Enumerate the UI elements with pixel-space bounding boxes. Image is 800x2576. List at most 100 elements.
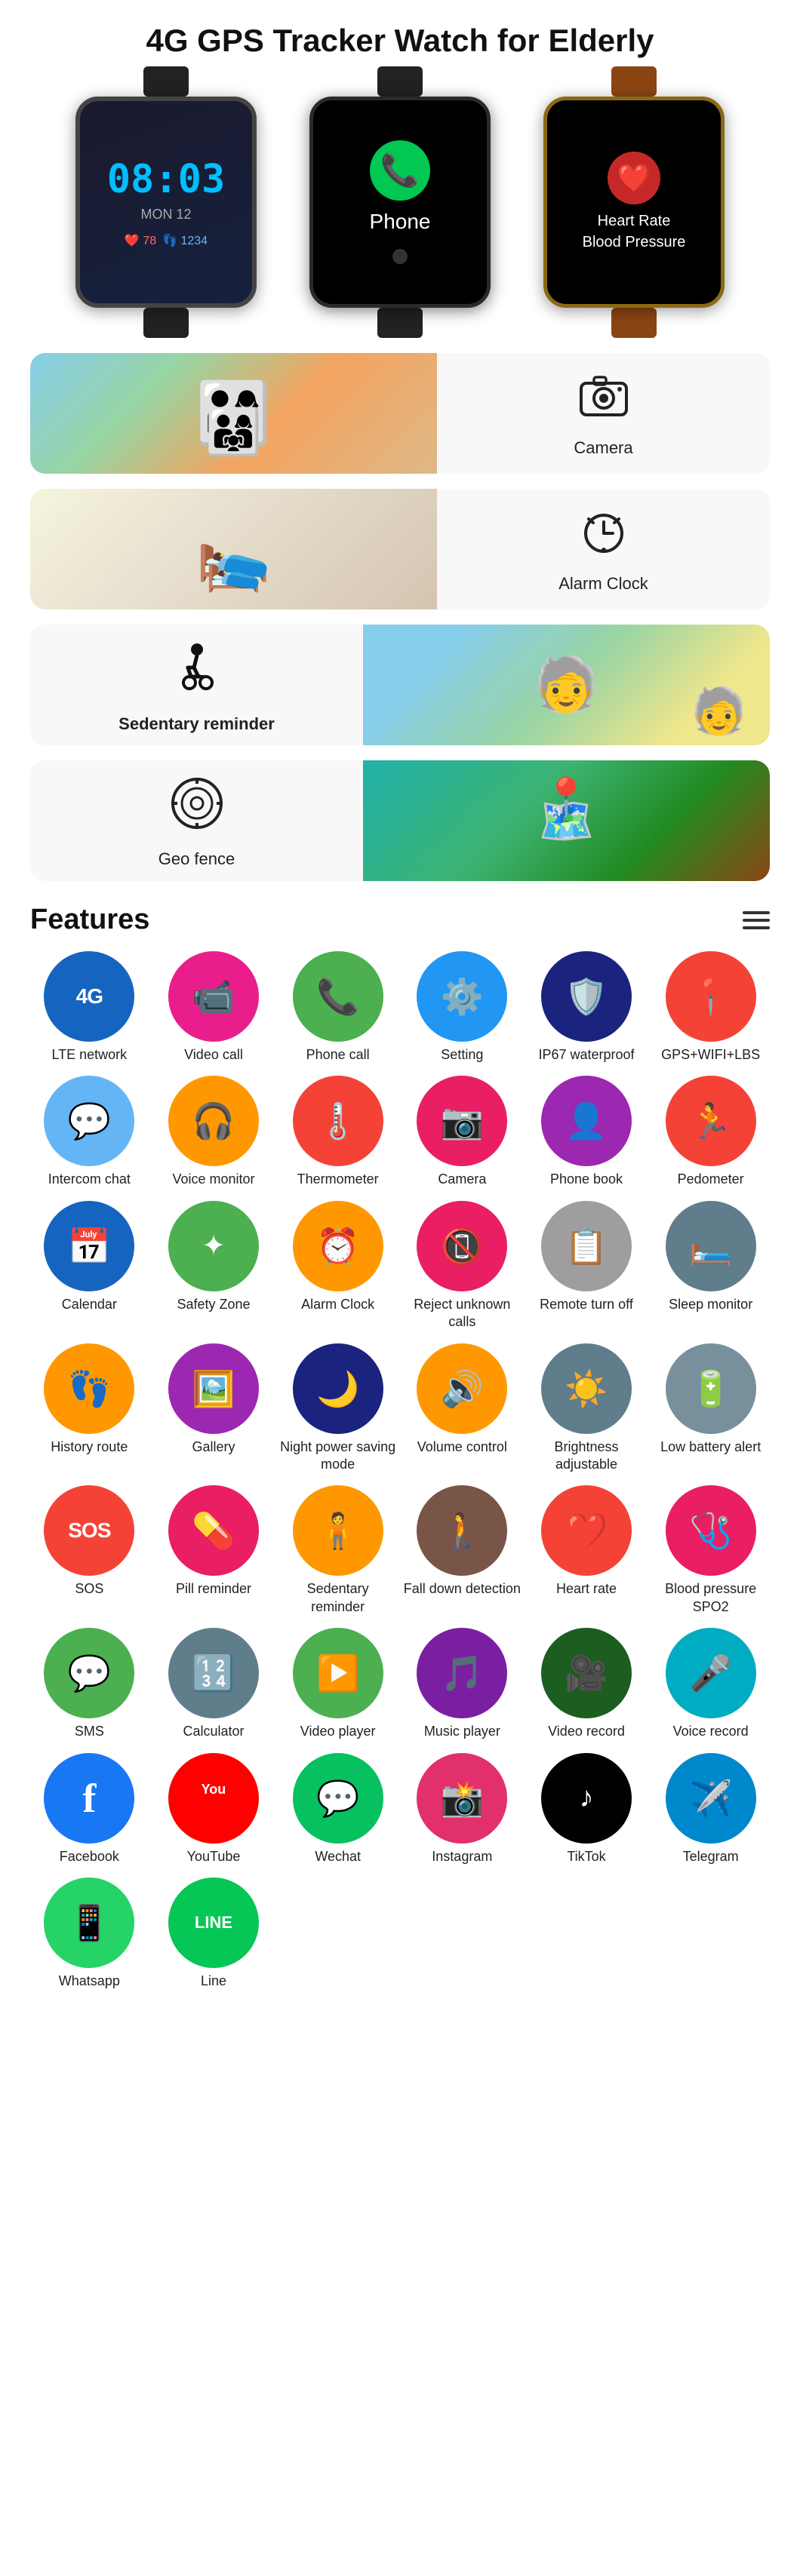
- camera-label: Camera: [574, 438, 632, 458]
- camera-card-icon: [577, 370, 630, 432]
- feature-label-safety-zone: Safety Zone: [177, 1296, 250, 1313]
- feature-icon-sos: SOS: [44, 1485, 134, 1576]
- phone-button: 📞: [370, 140, 430, 201]
- feature-item-heart-rate: ❤️Heart rate: [528, 1485, 646, 1616]
- step-metric: 👣 1234: [162, 233, 208, 248]
- feature-label-video-call: Video call: [184, 1046, 243, 1064]
- feature-item-video-record: 🎥Video record: [528, 1628, 646, 1740]
- feature-icon-phonebook: 👤: [541, 1076, 632, 1166]
- watch-item-3: ❤️ Heart RateBlood Pressure: [525, 74, 743, 330]
- feature-item-night-power: 🌙Night power saving mode: [278, 1343, 397, 1474]
- feature-icon-sleep-monitor: 🛏️: [666, 1201, 756, 1291]
- menu-icon[interactable]: [743, 911, 770, 929]
- feature-item-blood-pressure: 🩺Blood pressure SPO2: [651, 1485, 770, 1616]
- feature-item-video-call: 📹 Video call: [155, 951, 273, 1064]
- strap-top-3: [611, 66, 657, 97]
- feature-item-tiktok: ♪TikTok: [528, 1753, 646, 1865]
- strap-bottom-3: [611, 308, 657, 338]
- feature-item-voice-monitor: 🎧 Voice monitor: [155, 1076, 273, 1188]
- sedentary-photo: 🧓: [363, 625, 770, 745]
- feature-item-video-player: ▶️Video player: [278, 1628, 397, 1740]
- feature-label-voice-record: Voice record: [673, 1723, 749, 1740]
- watch-date: MON 12: [140, 207, 191, 223]
- feature-icon-night-power: 🌙: [293, 1343, 383, 1434]
- feature-item-lte: 4GLTE network: [30, 951, 149, 1064]
- feature-icon-waterproof: 🛡️: [541, 951, 632, 1042]
- feature-item-calculator: 🔢Calculator: [155, 1628, 273, 1740]
- menu-line-2: [743, 919, 770, 922]
- feature-icon-calculator: 🔢: [168, 1628, 259, 1718]
- feature-icon-sms: 💬: [44, 1628, 134, 1718]
- feature-label-sleep-monitor: Sleep monitor: [669, 1296, 752, 1313]
- feature-label-pill: Pill reminder: [176, 1580, 251, 1598]
- watch-item-2: 📞 Phone: [291, 74, 509, 330]
- sleeping-emoji: 🛌: [30, 489, 437, 609]
- feature-item-brightness: ☀️Brightness adjustable: [528, 1343, 646, 1474]
- feature-label-sedentary-feat: Sedentary reminder: [278, 1580, 397, 1616]
- feature-icon-voice-monitor: 🎧: [168, 1076, 259, 1166]
- feature-icon-low-battery: 🔋: [666, 1343, 756, 1434]
- feature-item-calendar: 📅Calendar: [30, 1201, 149, 1331]
- feature-item-wechat: 💬 Wechat: [278, 1753, 397, 1865]
- feature-label-voice-monitor: Voice monitor: [172, 1171, 254, 1188]
- feature-icon-wechat: 💬: [293, 1753, 383, 1844]
- strap-bottom-1: [143, 308, 189, 338]
- feature-icon-reject-calls: 📵: [417, 1201, 507, 1291]
- feature-icon-fall-detect: 🚶: [417, 1485, 507, 1576]
- feature-item-history-route: 👣History route: [30, 1343, 149, 1474]
- feature-item-volume: 🔊Volume control: [403, 1343, 522, 1474]
- feature-label-brightness: Brightness adjustable: [528, 1438, 646, 1474]
- feature-item-youtube: YouTubeYouTube: [155, 1753, 273, 1865]
- sedentary-label: Sedentary reminder: [118, 714, 275, 734]
- feature-label-wechat: Wechat: [315, 1848, 361, 1865]
- feature-item-sleep-monitor: 🛏️ Sleep monitor: [651, 1201, 770, 1331]
- health-text: Heart RateBlood Pressure: [583, 210, 686, 253]
- feature-card-alarm: 🛌 Alarm Clock: [30, 489, 770, 609]
- feature-item-voice-record: 🎤Voice record: [651, 1628, 770, 1740]
- feature-label-music-player: Music player: [424, 1723, 500, 1740]
- geofence-map-emoji: 🗺️: [363, 760, 770, 881]
- watch-face-3: ❤️ Heart RateBlood Pressure: [543, 97, 725, 308]
- feature-label-remote-off: Remote turn off: [540, 1296, 633, 1313]
- feature-icon-telegram: ✈️: [666, 1753, 756, 1844]
- phone-icon: 📞: [380, 152, 420, 189]
- feature-item-whatsapp: 📱Whatsapp: [30, 1878, 149, 1990]
- feature-item-line: LINELine: [155, 1878, 273, 1990]
- heart-metric: ❤️ 78: [125, 233, 156, 248]
- feature-label-video-player: Video player: [300, 1723, 376, 1740]
- feature-label-pedometer: Pedometer: [678, 1171, 744, 1188]
- feature-icon-video-call: 📹: [168, 951, 259, 1042]
- watch-face-2: 📞 Phone: [309, 97, 491, 308]
- geofence-svg: [167, 773, 227, 834]
- features-header: Features: [30, 904, 770, 936]
- feature-icon-camera-feat: 📷: [417, 1076, 507, 1166]
- health-circle: ❤️: [608, 152, 660, 204]
- feature-icon-youtube: YouTube: [168, 1753, 259, 1844]
- feature-icon-gallery: 🖼️: [168, 1343, 259, 1434]
- feature-item-sos: SOSSOS: [30, 1485, 149, 1616]
- sedentary-icon: [167, 636, 227, 708]
- alarm-photo: 🛌: [30, 489, 437, 609]
- watch-metrics: ❤️ 78 👣 1234: [125, 233, 208, 248]
- feature-label-thermometer: Thermometer: [297, 1171, 379, 1188]
- menu-line-3: [743, 926, 770, 929]
- alarm-label: Alarm Clock: [558, 574, 648, 594]
- watch-item-1: 08:03 MON 12 ❤️ 78 👣 1234: [57, 74, 275, 330]
- feature-label-low-battery: Low battery alert: [660, 1438, 761, 1456]
- heart-icon: ❤️: [617, 162, 651, 194]
- feature-card-geofence: Geo fence 🗺️: [30, 760, 770, 881]
- features-section-title: Features: [30, 904, 149, 936]
- feature-icon-phone-call: 📞: [293, 951, 383, 1042]
- feature-item-remote-off: 📋Remote turn off: [528, 1201, 646, 1331]
- feature-icon-facebook: f: [44, 1753, 134, 1844]
- feature-label-reject-calls: Reject unknown calls: [403, 1296, 522, 1331]
- geofence-photo: 🗺️: [363, 760, 770, 881]
- geofence-card-left: Geo fence: [30, 766, 363, 877]
- alarm-card-icon: [577, 505, 630, 568]
- feature-label-gps: GPS+WIFI+LBS: [661, 1046, 760, 1064]
- watch-time: 08:03: [107, 157, 226, 202]
- watch-face-1: 08:03 MON 12 ❤️ 78 👣 1234: [75, 97, 257, 308]
- feature-icon-safety-zone: ✦: [168, 1201, 259, 1291]
- feature-label-phone-call: Phone call: [306, 1046, 370, 1064]
- feature-icon-sedentary-feat: 🧍: [293, 1485, 383, 1576]
